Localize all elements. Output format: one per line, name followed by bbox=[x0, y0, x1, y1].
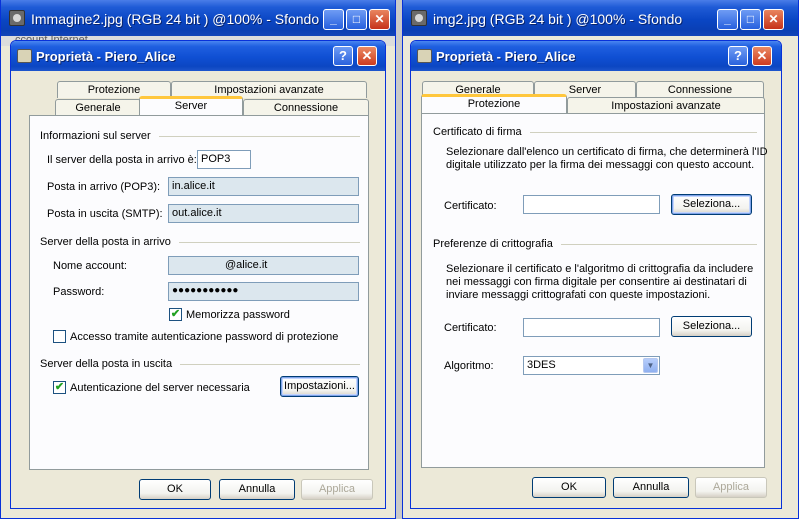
cancel-button[interactable]: Annulla bbox=[613, 477, 689, 498]
ok-button[interactable]: OK bbox=[139, 479, 211, 500]
image-window-right-titlebar[interactable]: img2.jpg (RGB 24 bit ) @100% - Sfondo _ … bbox=[403, 0, 798, 36]
remember-password-checkbox[interactable]: ✔ bbox=[169, 308, 182, 321]
image-window-left-titlebar[interactable]: Immagine2.jpg (RGB 24 bit ) @100% - Sfon… bbox=[1, 0, 395, 36]
close-icon[interactable]: ✕ bbox=[357, 46, 377, 66]
account-properties-icon bbox=[17, 49, 32, 63]
account-label: Nome account: bbox=[53, 260, 127, 272]
spa-label: Accesso tramite autenticazione password … bbox=[70, 331, 339, 343]
algorithm-label: Algoritmo: bbox=[444, 360, 494, 372]
encryption-description-line-1: Selezionare il certificato e l'algoritmo… bbox=[446, 263, 754, 275]
smtp-label: Posta in uscita (SMTP): bbox=[47, 208, 163, 220]
password-label: Password: bbox=[53, 286, 105, 298]
tab-server[interactable]: Server bbox=[139, 96, 243, 115]
section-title: Preferenze di crittografia bbox=[433, 238, 553, 250]
incoming-type-label: Il server della posta in arrivo è: bbox=[47, 154, 197, 166]
settings-button[interactable]: Impostazioni... bbox=[280, 376, 359, 397]
signing-description-line-1: Selezionare dall'elenco un certificato d… bbox=[446, 146, 768, 158]
algorithm-selected-value: 3DES bbox=[527, 359, 556, 371]
server-auth-label: Autenticazione del server necessaria bbox=[70, 382, 250, 394]
minimize-icon[interactable]: _ bbox=[323, 9, 344, 30]
ok-button[interactable]: OK bbox=[532, 477, 606, 498]
dialog-titlebar[interactable]: Proprietà - Piero_Alice ? ✕ bbox=[11, 41, 385, 71]
section-signing-certificate: Certificato di firma bbox=[433, 126, 757, 138]
tab-generale[interactable]: Generale bbox=[55, 99, 141, 116]
tab-impostazioni-avanzate[interactable]: Impostazioni avanzate bbox=[567, 97, 765, 114]
section-informazioni-server: Informazioni sul server bbox=[40, 130, 360, 142]
tab-connessione[interactable]: Connessione bbox=[636, 81, 764, 98]
select-signing-certificate-button[interactable]: Seleziona... bbox=[671, 194, 752, 215]
properties-dialog-server: Proprietà - Piero_Alice ? ✕ Protezione I… bbox=[10, 40, 386, 509]
section-title: Certificato di firma bbox=[433, 126, 522, 138]
apply-button[interactable]: Applica bbox=[301, 479, 373, 500]
section-title: Informazioni sul server bbox=[40, 130, 151, 142]
password-field[interactable]: ●●●●●●●●●●● bbox=[168, 282, 359, 301]
remember-password-label: Memorizza password bbox=[186, 309, 290, 321]
chevron-down-icon[interactable]: ▼ bbox=[643, 358, 658, 373]
dialog-title: Proprietà - Piero_Alice bbox=[36, 49, 176, 64]
signing-certificate-field[interactable] bbox=[523, 195, 660, 214]
image-window-left-title: Immagine2.jpg (RGB 24 bit ) @100% - Sfon… bbox=[31, 11, 320, 27]
section-title: Server della posta in uscita bbox=[40, 358, 173, 370]
signing-description-line-2: digitale utilizzato per la firma dei mes… bbox=[446, 159, 755, 171]
section-outgoing-server: Server della posta in uscita bbox=[40, 358, 360, 370]
properties-dialog-protezione: Proprietà - Piero_Alice ? ✕ Generale Ser… bbox=[410, 40, 782, 509]
select-encryption-certificate-button[interactable]: Seleziona... bbox=[671, 316, 752, 337]
tab-protezione[interactable]: Protezione bbox=[421, 94, 567, 113]
close-icon[interactable]: ✕ bbox=[369, 9, 390, 30]
account-field[interactable]: @alice.it bbox=[168, 256, 359, 275]
section-incoming-server: Server della posta in arrivo bbox=[40, 236, 360, 248]
close-icon[interactable]: ✕ bbox=[763, 9, 784, 30]
algorithm-select[interactable]: 3DES ▼ bbox=[523, 356, 660, 375]
help-icon[interactable]: ? bbox=[728, 46, 748, 66]
dialog-title: Proprietà - Piero_Alice bbox=[436, 49, 576, 64]
image-window-right-title: img2.jpg (RGB 24 bit ) @100% - Sfondo bbox=[433, 11, 683, 27]
encryption-certificate-field[interactable] bbox=[523, 318, 660, 337]
spa-checkbox[interactable] bbox=[53, 330, 66, 343]
app-icon bbox=[411, 10, 427, 26]
minimize-icon[interactable]: _ bbox=[717, 9, 738, 30]
encryption-certificate-label: Certificato: bbox=[444, 322, 497, 334]
encryption-description-line-2: nei messaggi con firma digitale per cons… bbox=[446, 276, 747, 288]
pop3-field[interactable]: in.alice.it bbox=[168, 177, 359, 196]
server-tab-panel: Informazioni sul server Il server della … bbox=[29, 115, 369, 470]
signing-certificate-label: Certificato: bbox=[444, 200, 497, 212]
security-tab-panel: Certificato di firma Selezionare dall'el… bbox=[421, 113, 768, 468]
smtp-field[interactable]: out.alice.it bbox=[168, 204, 359, 223]
close-icon[interactable]: ✕ bbox=[752, 46, 772, 66]
incoming-type-value: POP3 bbox=[197, 150, 251, 169]
cancel-button[interactable]: Annulla bbox=[219, 479, 295, 500]
server-auth-checkbox[interactable]: ✔ bbox=[53, 381, 66, 394]
dialog-titlebar[interactable]: Proprietà - Piero_Alice ? ✕ bbox=[411, 41, 781, 71]
maximize-icon[interactable]: □ bbox=[346, 9, 367, 30]
tab-connessione[interactable]: Connessione bbox=[243, 99, 369, 116]
app-icon bbox=[9, 10, 25, 26]
encryption-description-line-3: inviare messaggi crittografati con quest… bbox=[446, 289, 711, 301]
account-properties-icon bbox=[417, 49, 432, 63]
section-encryption-preferences: Preferenze di crittografia bbox=[433, 238, 757, 250]
maximize-icon[interactable]: □ bbox=[740, 9, 761, 30]
help-icon[interactable]: ? bbox=[333, 46, 353, 66]
pop3-label: Posta in arrivo (POP3): bbox=[47, 181, 161, 193]
section-title: Server della posta in arrivo bbox=[40, 236, 171, 248]
apply-button[interactable]: Applica bbox=[695, 477, 767, 498]
